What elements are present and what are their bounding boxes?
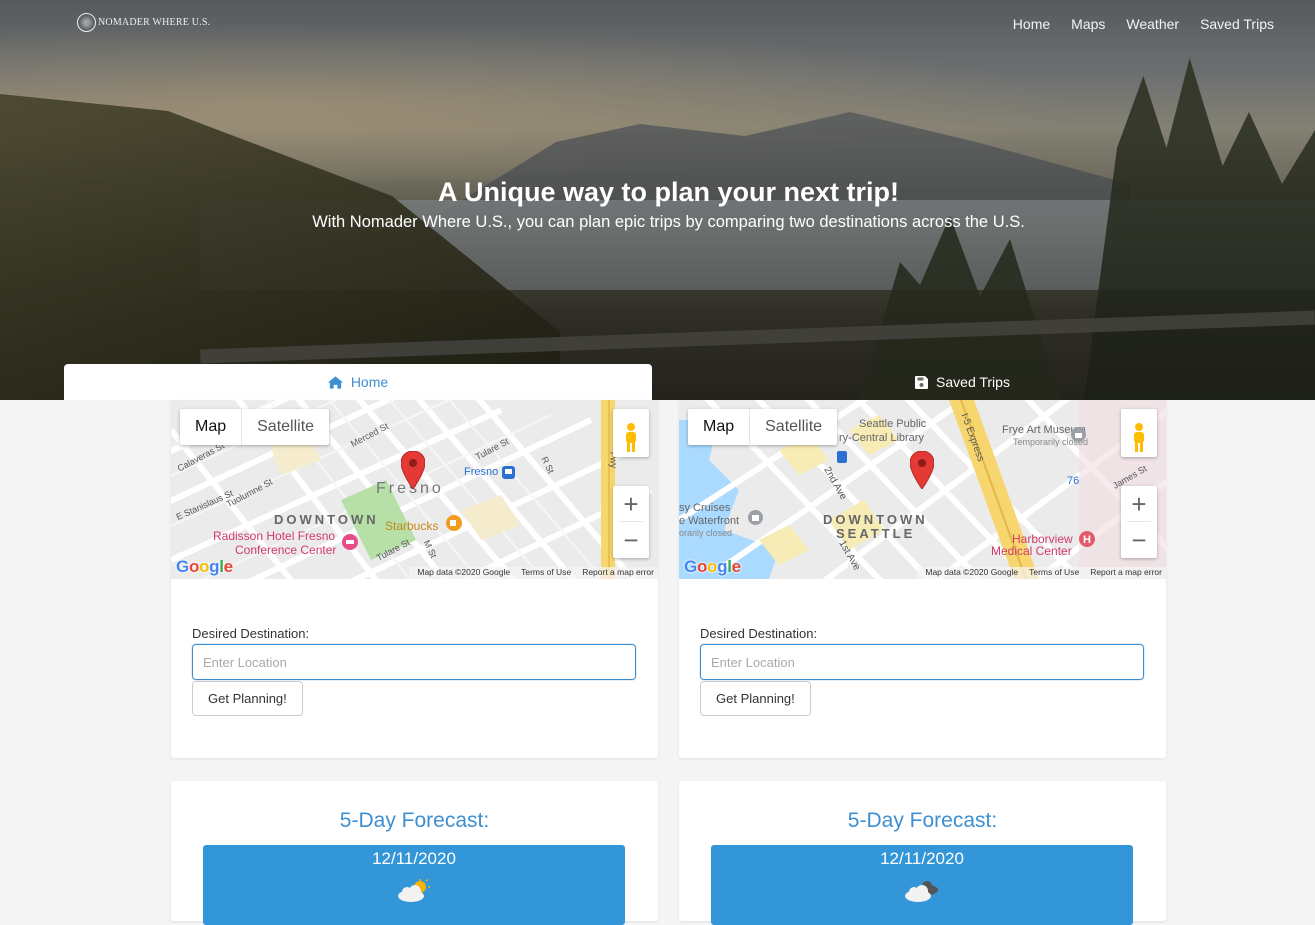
- tab-home[interactable]: Home: [64, 364, 652, 400]
- nav-link-home[interactable]: Home: [1013, 16, 1050, 32]
- zoom-in-button[interactable]: +: [1121, 486, 1157, 522]
- forecast-date: 12/11/2020: [372, 849, 456, 868]
- tab-saved-label: Saved Trips: [936, 374, 1010, 390]
- map-library-label-1: Seattle Public: [859, 418, 927, 430]
- nav-links: Home Maps Weather Saved Trips: [1013, 16, 1274, 32]
- save-icon: [915, 375, 929, 389]
- map-button[interactable]: Map: [688, 409, 751, 445]
- map-cruises-label-3: orarily closed: [679, 528, 733, 538]
- forecast-date: 12/11/2020: [880, 849, 964, 868]
- nav-link-saved-trips[interactable]: Saved Trips: [1200, 16, 1274, 32]
- hero-title: A Unique way to plan your next trip!: [437, 177, 900, 207]
- satellite-button[interactable]: Satellite: [242, 409, 329, 445]
- partly-sunny-icon: [398, 879, 430, 902]
- map-right[interactable]: DOWNTOWN SEATTLE Seattle Public ry-Centr…: [679, 400, 1166, 579]
- terms-link[interactable]: Terms of Use: [521, 567, 571, 579]
- forecast-card-right: 5-Day Forecast: 12/11/2020: [679, 781, 1166, 925]
- svg-text:H: H: [1083, 534, 1091, 546]
- nav-link-weather[interactable]: Weather: [1126, 16, 1179, 32]
- forecast-day: 12/11/2020: [203, 845, 625, 925]
- map-fresno-station-label: Fresno: [464, 466, 499, 478]
- nav-link-maps[interactable]: Maps: [1071, 16, 1105, 32]
- forecast-title: 5-Day Forecast:: [339, 809, 490, 832]
- tab-home-label: Home: [350, 374, 389, 390]
- destination-card-left: Fresno DOWNTOWN Starbucks Radisson Hotel…: [171, 400, 658, 758]
- report-error-link[interactable]: Report a map error: [582, 567, 654, 579]
- map-button[interactable]: Map: [180, 409, 243, 445]
- pegman-icon[interactable]: [613, 409, 649, 457]
- map-radisson-label-2: Conference Center: [235, 543, 337, 557]
- destination-label: Desired Destination:: [700, 626, 818, 641]
- landmark-icon: [748, 510, 763, 525]
- cloudy-icon: [905, 881, 938, 902]
- forecast-day: 12/11/2020: [711, 845, 1133, 925]
- destination-label: Desired Destination:: [192, 626, 310, 641]
- destination-input[interactable]: [700, 644, 1144, 680]
- pegman-icon[interactable]: [1121, 409, 1157, 457]
- map-seattle-label: SEATTLE: [836, 526, 916, 541]
- zoom-in-button[interactable]: +: [613, 486, 649, 522]
- map-route-label: 76: [1067, 475, 1080, 487]
- map-pin-icon[interactable]: [910, 451, 934, 489]
- brand[interactable]: NOMADER WHERE U.S.: [77, 13, 210, 32]
- terms-link[interactable]: Terms of Use: [1029, 567, 1079, 579]
- hero-banner: NOMADER WHERE U.S. Home Maps Weather Sav…: [0, 0, 1315, 400]
- map-downtown-label: DOWNTOWN: [274, 512, 379, 527]
- globe-logo-icon: [77, 13, 96, 32]
- satellite-button[interactable]: Satellite: [750, 409, 837, 445]
- map-attribution: Map data ©2020 Google Terms of Use Repor…: [917, 567, 1166, 579]
- map-left[interactable]: Fresno DOWNTOWN Starbucks Radisson Hotel…: [171, 400, 658, 579]
- map-library-label-2: ry-Central Library: [839, 432, 924, 444]
- zoom-control: + −: [613, 486, 649, 558]
- forecast-card-left: 5-Day Forecast: 12/11/2020: [171, 781, 658, 925]
- report-error-link[interactable]: Report a map error: [1090, 567, 1162, 579]
- hotel-icon: [342, 534, 358, 550]
- google-logo[interactable]: Google: [684, 557, 741, 577]
- home-icon: [327, 375, 343, 389]
- zoom-control: + −: [1121, 486, 1157, 558]
- get-planning-button[interactable]: Get Planning!: [192, 681, 303, 716]
- map-downtown-label: DOWNTOWN: [823, 512, 928, 527]
- bus-stop-icon: [837, 451, 847, 463]
- museum-icon: [1071, 427, 1086, 442]
- map-data-credit: Map data ©2020 Google: [417, 567, 511, 577]
- hero-subtitle: With Nomader Where U.S., you can plan ep…: [312, 213, 1025, 231]
- destination-input[interactable]: [192, 644, 636, 680]
- navbar: NOMADER WHERE U.S. Home Maps Weather Sav…: [0, 0, 1315, 50]
- map-cruises-label-1: sy Cruises: [679, 502, 731, 514]
- tab-saved-trips[interactable]: Saved Trips: [665, 364, 1260, 400]
- map-cruises-label-2: e Waterfront: [679, 515, 740, 527]
- forecast-title: 5-Day Forecast:: [847, 809, 998, 832]
- zoom-out-button[interactable]: −: [1121, 522, 1157, 558]
- google-logo[interactable]: Google: [176, 557, 233, 577]
- destination-card-right: DOWNTOWN SEATTLE Seattle Public ry-Centr…: [679, 400, 1166, 758]
- hospital-icon: H: [1079, 531, 1095, 547]
- transit-icon: [502, 466, 515, 479]
- map-pin-icon[interactable]: [401, 451, 425, 489]
- map-type-control: Map Satellite: [180, 409, 330, 445]
- brand-name: NOMADER WHERE U.S.: [98, 17, 211, 28]
- map-radisson-label-1: Radisson Hotel Fresno: [213, 529, 336, 543]
- map-harborview-label-2: Medical Center: [991, 544, 1072, 558]
- map-attribution: Map data ©2020 Google Terms of Use Repor…: [409, 567, 658, 579]
- zoom-out-button[interactable]: −: [613, 522, 649, 558]
- map-data-credit: Map data ©2020 Google: [925, 567, 1019, 577]
- get-planning-button[interactable]: Get Planning!: [700, 681, 811, 716]
- cafe-icon: [446, 515, 462, 531]
- map-starbucks-label: Starbucks: [385, 519, 439, 533]
- map-type-control: Map Satellite: [688, 409, 838, 445]
